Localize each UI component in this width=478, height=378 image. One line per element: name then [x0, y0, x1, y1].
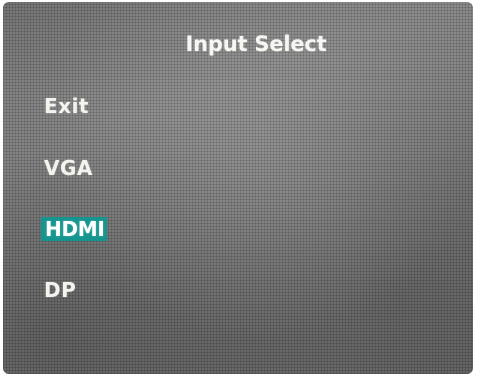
menu-item-hdmi[interactable]: HDMI	[41, 217, 108, 241]
menu-item-dp[interactable]: DP	[41, 278, 79, 302]
monitor-osd-screen: Input Select Exit VGA HDMI DP	[3, 2, 473, 374]
menu-item-exit[interactable]: Exit	[41, 94, 92, 118]
menu-item-vga[interactable]: VGA	[41, 156, 96, 180]
input-select-menu: Exit VGA HDMI DP	[3, 2, 473, 374]
photo-frame: Input Select Exit VGA HDMI DP	[0, 0, 478, 378]
